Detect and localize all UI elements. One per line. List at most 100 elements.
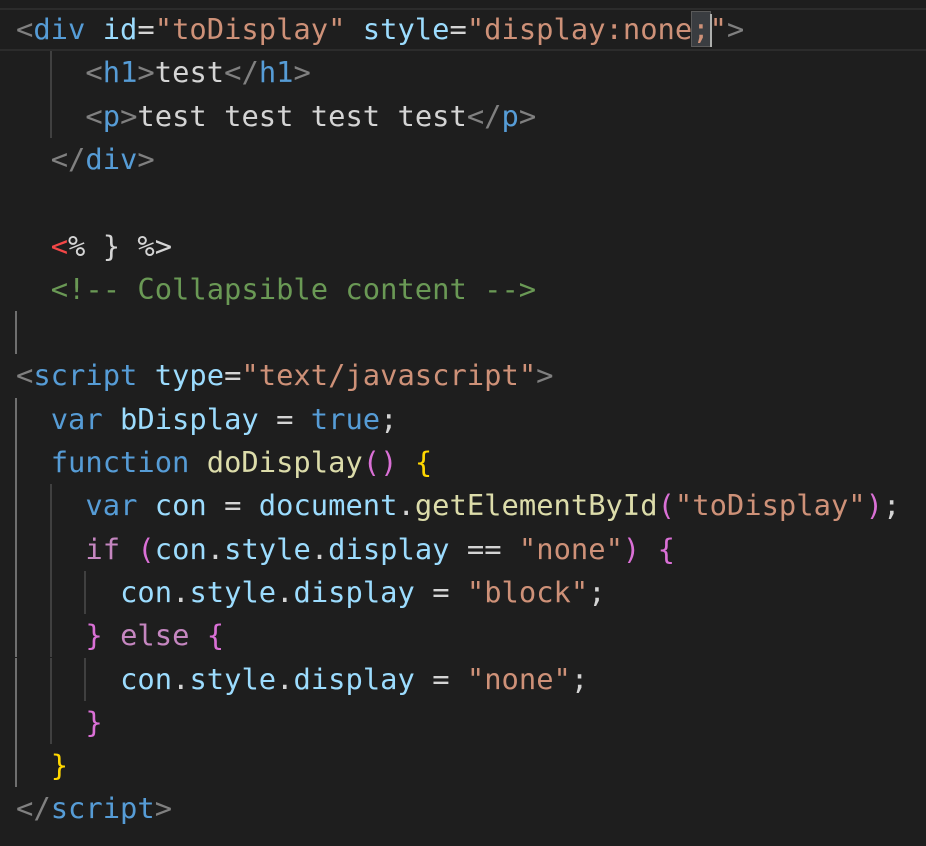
code-token: > — [120, 98, 138, 133]
code-token: p — [501, 98, 519, 133]
code-line[interactable] — [0, 311, 926, 355]
code-token: "toDisplay" — [154, 12, 346, 46]
code-token: > — [518, 98, 537, 133]
code-line[interactable]: <!-- Collapsible content --> — [0, 268, 926, 311]
code-token: display — [293, 574, 415, 609]
code-text: if (con.style.display == "none") { — [85, 528, 675, 571]
indent-guide — [84, 570, 87, 615]
indent-guide — [49, 657, 52, 701]
code-editor[interactable]: <div id="toDisplay" style="display:none;… — [0, 0, 926, 846]
code-token: > — [726, 12, 745, 46]
indent-guide — [15, 527, 17, 571]
indent-guide — [15, 397, 17, 441]
code-text: </script> — [16, 787, 172, 830]
indent-guide — [15, 700, 17, 745]
code-token: ; — [691, 11, 711, 47]
code-token: } — [85, 704, 103, 739]
code-token: h1 — [258, 55, 294, 90]
code-token: } — [50, 748, 69, 783]
indent-guide — [49, 94, 52, 138]
indent-guide — [49, 614, 52, 658]
code-text: <% } %> — [51, 225, 172, 268]
code-text: var bDisplay = true; — [51, 398, 398, 441]
code-token: . — [172, 661, 190, 696]
code-token: </ — [50, 141, 86, 176]
code-token: "none" — [466, 661, 571, 696]
code-token: display — [293, 661, 415, 696]
code-text: </div> — [51, 138, 155, 181]
code-text: } — [51, 744, 68, 787]
code-line[interactable]: } else { — [0, 614, 926, 658]
code-token: con — [120, 574, 173, 609]
code-line[interactable]: var bDisplay = true; — [0, 397, 926, 441]
code-line[interactable]: <h1>test</h1> — [0, 51, 926, 95]
code-token: style — [189, 574, 277, 609]
indent-guide — [15, 484, 17, 528]
code-line[interactable]: } — [0, 700, 926, 745]
code-token: id — [102, 12, 138, 46]
code-text: } else { — [85, 614, 224, 657]
code-token: < — [85, 98, 103, 133]
indent-guide — [15, 657, 17, 701]
indent-guide — [15, 614, 17, 658]
code-line[interactable]: if (con.style.display == "none") { — [0, 527, 926, 571]
code-token: { — [414, 445, 433, 479]
code-line[interactable] — [0, 181, 926, 224]
code-token: </ — [224, 55, 259, 90]
code-token: < — [16, 12, 34, 46]
code-line[interactable]: } — [0, 744, 926, 788]
code-token: = — [137, 12, 155, 46]
code-token: "block" — [466, 574, 589, 609]
code-token: var — [50, 401, 103, 436]
code-line[interactable]: var con = document.getElementById("toDis… — [0, 484, 926, 528]
code-token: style — [362, 12, 450, 46]
code-token: < — [85, 55, 103, 90]
code-token: script — [33, 358, 138, 393]
code-line[interactable]: con.style.display = "none"; — [0, 657, 926, 701]
code-line[interactable]: <script type="text/javascript"> — [0, 354, 926, 397]
code-token: div — [33, 12, 86, 46]
code-token: . — [310, 531, 329, 566]
code-token: var — [85, 488, 138, 523]
code-token: test test test test — [137, 98, 467, 133]
code-token: > — [536, 358, 554, 393]
code-token: div — [85, 141, 138, 176]
code-token: "text/javascript" — [241, 358, 537, 393]
code-token: script — [50, 791, 155, 826]
code-token: else — [120, 618, 190, 653]
code-text: con.style.display = "none"; — [120, 658, 588, 701]
code-token: . — [206, 531, 225, 566]
code-token: . — [172, 574, 190, 609]
code-token: con — [154, 531, 207, 566]
code-token: () — [362, 445, 398, 479]
code-token: > — [137, 55, 155, 90]
code-line[interactable]: </div> — [0, 138, 926, 181]
code-token: test — [154, 55, 225, 90]
code-token: { — [206, 618, 225, 653]
code-token: } — [85, 618, 103, 653]
code-token: ; — [588, 574, 606, 609]
code-token: bDisplay — [120, 401, 259, 436]
code-token: . — [276, 574, 294, 609]
code-token: == — [449, 531, 519, 566]
code-line[interactable]: con.style.display = "block"; — [0, 570, 926, 615]
code-line[interactable]: <div id="toDisplay" style="display:none;… — [0, 8, 926, 52]
code-line[interactable]: <p>test test test test</p> — [0, 94, 926, 138]
code-token: = — [206, 488, 259, 523]
code-line[interactable]: </script> — [0, 787, 926, 830]
code-line[interactable]: function doDisplay() { — [0, 441, 926, 485]
text-cursor — [710, 14, 712, 47]
indent-guide — [49, 484, 52, 528]
code-text: <h1>test</h1> — [85, 51, 310, 94]
code-token: = — [414, 574, 467, 609]
code-token: p — [102, 98, 121, 133]
code-line[interactable]: <% } %> — [0, 225, 926, 268]
